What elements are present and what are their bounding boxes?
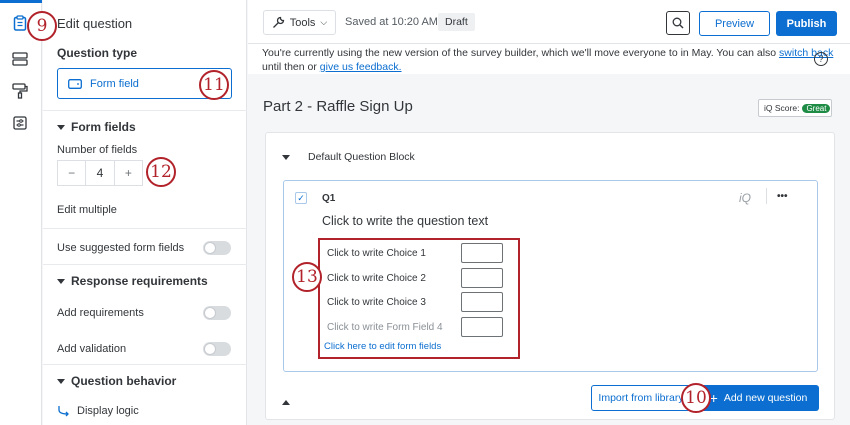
caret-down-icon: [57, 379, 65, 385]
choice-input-3[interactable]: [461, 292, 503, 312]
decrement-button[interactable]: −: [58, 166, 85, 180]
caret-down-icon: [57, 279, 65, 285]
use-suggested-toggle[interactable]: [203, 241, 231, 255]
choice-label-3[interactable]: Click to write Choice 3: [327, 297, 426, 308]
iq-score-value: Great: [802, 103, 831, 113]
edit-multiple-link[interactable]: Edit multiple: [57, 204, 117, 216]
add-requirements-toggle[interactable]: [203, 306, 231, 320]
choice-label-4[interactable]: Click to write Form Field 4: [327, 322, 443, 333]
response-requirements-heading[interactable]: Response requirements: [57, 274, 208, 288]
question-type-value: Form field: [90, 77, 139, 90]
iq-score-label: iQ Score:: [764, 103, 800, 113]
default-block-label: Default Question Block: [308, 151, 415, 163]
divider: [43, 364, 247, 365]
publish-button[interactable]: Publish: [776, 11, 837, 36]
new-builder-banner: You're currently using the new version o…: [248, 44, 850, 74]
active-indicator: [0, 0, 42, 3]
search-icon: [672, 17, 684, 29]
add-validation-toggle[interactable]: [203, 342, 231, 356]
question-behavior-heading[interactable]: Question behavior: [57, 374, 176, 388]
form-field-icon: [68, 78, 82, 89]
iq-icon[interactable]: iQ: [739, 191, 751, 205]
caret-down-icon: [282, 154, 290, 160]
search-button[interactable]: [666, 11, 690, 35]
annotation-badge-12: 12: [146, 157, 176, 187]
import-from-library-button[interactable]: Import from library: [591, 385, 691, 411]
panel-title: Edit question: [57, 16, 133, 31]
divider: [43, 264, 247, 265]
saved-status: Saved at 10:20 AM: [345, 16, 438, 28]
wrench-icon: [272, 16, 284, 28]
default-block-header[interactable]: Default Question Block: [282, 151, 415, 163]
form-fields-heading[interactable]: Form fields: [57, 120, 136, 134]
add-new-question-button[interactable]: + Add new question: [698, 385, 819, 411]
display-logic-link[interactable]: Display logic: [57, 405, 139, 417]
banner-text: You're currently using the new version o…: [262, 47, 780, 59]
edit-form-fields-link[interactable]: Click here to edit form fields: [324, 341, 441, 352]
divider: [766, 188, 767, 204]
left-rail: [0, 0, 42, 425]
choice-label-1[interactable]: Click to write Choice 1: [327, 248, 426, 259]
tools-button[interactable]: Tools ⌵: [263, 10, 336, 35]
increment-button[interactable]: +: [115, 166, 142, 180]
number-of-fields-stepper: − 4 +: [57, 160, 143, 186]
sliders-icon[interactable]: [9, 112, 31, 134]
draft-badge: Draft: [438, 13, 475, 31]
block-title[interactable]: Part 2 - Raffle Sign Up: [263, 98, 413, 115]
question-id[interactable]: Q1: [322, 193, 335, 204]
caret-down-icon: [57, 125, 65, 131]
add-requirements-label: Add requirements: [57, 307, 144, 319]
use-suggested-label: Use suggested form fields: [57, 242, 185, 254]
annotation-badge-11: 11: [199, 70, 229, 100]
chevron-down-icon: ⌵: [320, 17, 328, 27]
fields-count[interactable]: 4: [85, 161, 115, 185]
paint-roller-icon[interactable]: [9, 80, 31, 102]
preview-button[interactable]: Preview: [699, 11, 770, 36]
iq-score-badge[interactable]: iQ Score: Great: [758, 99, 832, 117]
layout-icon[interactable]: [9, 48, 31, 70]
more-options-icon[interactable]: •••: [777, 191, 788, 202]
banner-text: until then or: [262, 61, 320, 73]
collapse-block-icon[interactable]: [282, 396, 296, 408]
choice-input-1[interactable]: [461, 243, 503, 263]
question-text[interactable]: Click to write the question text: [322, 214, 488, 228]
annotation-badge-13: 13: [292, 262, 322, 292]
choice-input-2[interactable]: [461, 268, 503, 288]
annotation-badge-10: 10: [681, 383, 711, 413]
help-icon[interactable]: ?: [814, 52, 828, 66]
choice-label-2[interactable]: Click to write Choice 2: [327, 273, 426, 284]
divider: [43, 110, 247, 111]
branch-icon: [58, 406, 69, 417]
annotation-badge-9: 9: [27, 11, 57, 41]
question-checkbox[interactable]: ✓: [295, 192, 307, 204]
divider: [43, 228, 247, 229]
add-validation-label: Add validation: [57, 343, 127, 355]
give-feedback-link[interactable]: give us feedback.: [320, 61, 402, 73]
number-of-fields-label: Number of fields: [57, 144, 138, 156]
question-type-heading: Question type: [57, 46, 138, 60]
top-toolbar: Tools ⌵ Saved at 10:20 AM Draft Preview …: [248, 0, 850, 44]
choice-input-4[interactable]: [461, 317, 503, 337]
edit-question-panel: Edit question Question type Form field F…: [43, 0, 247, 425]
